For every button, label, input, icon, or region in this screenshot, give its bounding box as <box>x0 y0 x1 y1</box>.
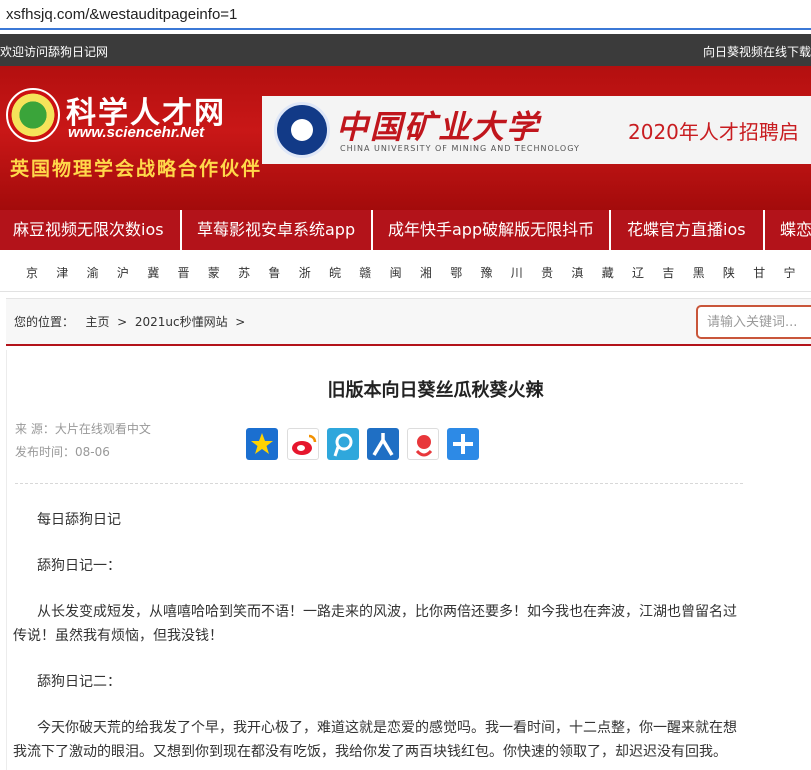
province-link[interactable]: 苏 <box>238 264 250 281</box>
top-right-link[interactable]: 向日葵视频在线下载 <box>703 43 811 60</box>
province-link[interactable]: 皖 <box>329 264 341 281</box>
main-nav: 麻豆视频无限次数ios 草莓影视安卓系统app 成年快手app破解版无限抖币 花… <box>0 210 811 250</box>
nav-item-5[interactable]: 蝶恋 <box>780 210 811 250</box>
nav-separator <box>609 210 611 250</box>
province-link[interactable]: 津 <box>56 264 68 281</box>
province-link[interactable]: 陕 <box>723 264 735 281</box>
nav-item-2[interactable]: 草莓影视安卓系统app <box>197 210 355 250</box>
breadcrumb-sep: > <box>235 315 246 329</box>
province-link[interactable]: 蒙 <box>208 264 220 281</box>
tencent-weibo-icon[interactable] <box>327 428 359 460</box>
province-link[interactable]: 贵 <box>541 264 553 281</box>
province-link[interactable]: 浙 <box>299 264 311 281</box>
province-link[interactable]: 赣 <box>359 264 371 281</box>
banner-school-name: 中国矿业大学 <box>336 108 541 146</box>
banner-school-en: CHINA UNIVERSITY OF MINING AND TECHNOLOG… <box>340 144 580 153</box>
province-link[interactable]: 闽 <box>390 264 402 281</box>
qzone-icon[interactable] <box>246 428 278 460</box>
province-link[interactable]: 吉 <box>662 264 674 281</box>
province-list: 京津渝沪冀晋蒙苏鲁浙皖赣闽湘鄂豫川贵滇藏辽吉黑陕甘宁青 <box>0 250 811 292</box>
article-paragraph: 舔狗日记二： <box>37 674 121 690</box>
article-paragraph: 从长发变成短发，从嘻嘻哈哈到笑而不语！一路走来的风波，比你两倍还要多！如今我也在… <box>37 604 737 620</box>
site-header: 科学人才网 www.sciencehr.Net 英国物理学会战略合作伙伴 中国矿… <box>0 66 811 210</box>
article-date: 发布时间：08-06 <box>15 445 110 459</box>
province-link[interactable]: 冀 <box>147 264 159 281</box>
site-logo[interactable]: 科学人才网 www.sciencehr.Net 英国物理学会战略合作伙伴 <box>6 88 260 208</box>
nav-separator <box>371 210 373 250</box>
article-title: 旧版本向日葵丝瓜秋葵火辣 <box>327 380 544 401</box>
province-link[interactable]: 宁 <box>784 264 796 281</box>
breadcrumb-home[interactable]: 主页 <box>86 315 110 329</box>
province-link[interactable]: 黑 <box>693 264 705 281</box>
weibo-icon[interactable] <box>287 428 319 460</box>
province-link[interactable]: 渝 <box>87 264 99 281</box>
province-link[interactable]: 沪 <box>117 264 129 281</box>
content-divider <box>15 483 743 484</box>
article-content: 旧版本向日葵丝瓜秋葵火辣 来 源：大片在线观看中文 发布时间：08-06 每日舔… <box>6 350 811 770</box>
province-link[interactable]: 川 <box>511 264 523 281</box>
article-paragraph: 每日舔狗日记 <box>37 512 121 528</box>
breadcrumb-sep: > <box>117 315 128 329</box>
breadcrumb-section[interactable]: 2021uc秒懂网站 <box>135 315 228 329</box>
article-paragraph: 传说！虽然我有烦恼，但我没钱！ <box>13 628 223 644</box>
breadcrumb: 您的位置： 主页 > 2021uc秒懂网站 > <box>14 313 245 330</box>
province-link[interactable]: 鲁 <box>268 264 280 281</box>
top-bar: 欢迎访问舔狗日记网 向日葵视频在线下载 <box>0 34 811 66</box>
address-text[interactable]: xsfhsjq.com/&westauditpageinfo=1 <box>6 6 237 23</box>
banner-recruit-text: 2020年人才招聘启 <box>628 120 799 144</box>
province-link[interactable]: 滇 <box>571 264 583 281</box>
logo-emblem-icon <box>6 88 60 142</box>
province-link[interactable]: 鄂 <box>450 264 462 281</box>
search-input[interactable] <box>696 305 811 339</box>
article-paragraph: 舔狗日记一： <box>37 558 121 574</box>
article-paragraph: 今天你破天荒的给我发了个早，我开心极了，难道这就是恋爱的感觉吗。我一看时间，十二… <box>37 720 737 736</box>
more-share-icon[interactable] <box>447 428 479 460</box>
nav-item-4[interactable]: 花蝶官方直播ios <box>627 210 746 250</box>
province-link[interactable]: 豫 <box>481 264 493 281</box>
welcome-text: 欢迎访问舔狗日记网 <box>0 45 109 59</box>
breadcrumb-prefix: 您的位置： <box>14 315 75 329</box>
logo-slogan: 英国物理学会战略合作伙伴 <box>10 158 263 180</box>
article-paragraph: 我流下了激动的眼泪。又想到你到现在都没有吃饭，我给你发了两百块钱红包。你快速的领… <box>13 744 727 760</box>
nav-item-1[interactable]: 麻豆视频无限次数ios <box>13 210 164 250</box>
article-source: 来 源：大片在线观看中文 <box>15 422 151 436</box>
kaixin-icon[interactable] <box>407 428 439 460</box>
nav-item-3[interactable]: 成年快手app破解版无限抖币 <box>388 210 594 250</box>
province-link[interactable]: 晋 <box>178 264 190 281</box>
header-banner-ad[interactable]: 中国矿业大学 CHINA UNIVERSITY OF MINING AND TE… <box>262 96 811 164</box>
university-seal-icon <box>274 102 330 158</box>
province-link[interactable]: 辽 <box>632 264 644 281</box>
province-link[interactable]: 藏 <box>602 264 614 281</box>
breadcrumb-bar: 您的位置： 主页 > 2021uc秒懂网站 > <box>6 298 811 346</box>
browser-address-bar[interactable]: xsfhsjq.com/&westauditpageinfo=1 <box>0 0 811 30</box>
renren-icon[interactable] <box>367 428 399 460</box>
nav-separator <box>763 210 765 250</box>
nav-separator <box>180 210 182 250</box>
logo-url: www.sciencehr.Net <box>68 124 205 141</box>
province-link[interactable]: 湘 <box>420 264 432 281</box>
province-link[interactable]: 甘 <box>753 264 765 281</box>
province-link[interactable]: 京 <box>26 264 38 281</box>
